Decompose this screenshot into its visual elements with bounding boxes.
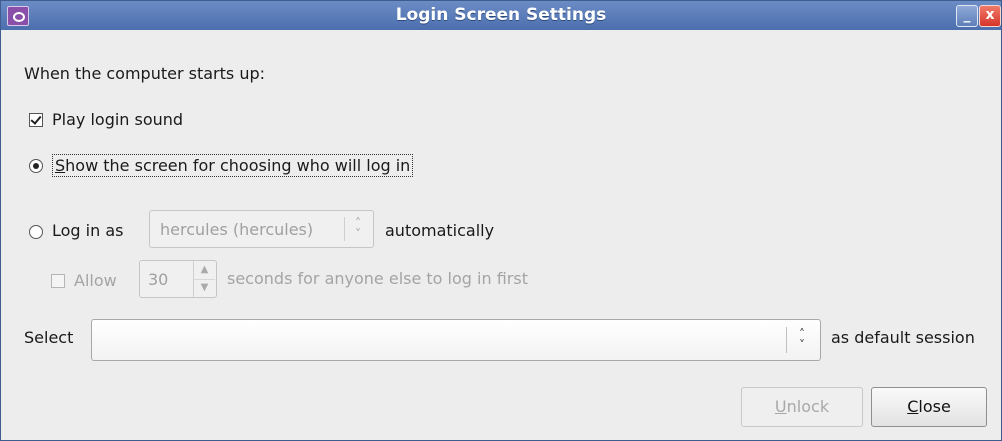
login-user-combobox[interactable]: hercules (hercules) ˄ ˅ bbox=[149, 210, 374, 248]
minimize-button[interactable]: _ bbox=[956, 5, 978, 27]
window-title: Login Screen Settings bbox=[395, 5, 607, 25]
play-login-sound-option[interactable]: Play login sound bbox=[29, 110, 183, 129]
updown-arrows-icon: ˄ ˅ bbox=[799, 327, 805, 352]
updown-arrows-icon: ˄ ˅ bbox=[355, 216, 361, 241]
spin-buttons: ▲ ▼ bbox=[193, 261, 216, 297]
play-login-sound-checkbox[interactable] bbox=[29, 112, 43, 127]
allow-checkbox[interactable] bbox=[51, 273, 65, 288]
show-chooser-mnemonic: S bbox=[55, 156, 66, 175]
login-as-radio[interactable] bbox=[29, 224, 43, 239]
show-chooser-radio[interactable] bbox=[29, 158, 43, 173]
show-chooser-label-text: how the screen for choosing who will log… bbox=[65, 156, 411, 175]
unlock-button[interactable]: Unlock bbox=[741, 387, 863, 427]
seconds-suffix-label: seconds for anyone else to log in first bbox=[227, 269, 528, 288]
close-label: lose bbox=[918, 397, 951, 416]
combo-separator bbox=[344, 217, 345, 241]
spin-up-icon[interactable]: ▲ bbox=[194, 261, 215, 280]
login-as-option[interactable]: Log in as bbox=[29, 221, 123, 261]
close-window-button[interactable]: x bbox=[979, 5, 1001, 27]
unlock-label: nlock bbox=[786, 397, 830, 416]
seconds-spinbutton[interactable]: 30 ▲ ▼ bbox=[139, 260, 217, 298]
play-login-sound-label: Play login sound bbox=[52, 110, 184, 129]
login-as-label: Log in as bbox=[52, 221, 124, 240]
combo-separator bbox=[786, 327, 787, 353]
title-bar[interactable]: Login Screen Settings _ x bbox=[1, 1, 1001, 30]
allow-option[interactable]: Allow bbox=[51, 271, 117, 290]
close-mnemonic: C bbox=[907, 397, 919, 416]
spin-down-icon[interactable]: ▼ bbox=[194, 279, 215, 297]
intro-label: When the computer starts up: bbox=[24, 64, 265, 83]
default-session-combobox[interactable]: ˄ ˅ bbox=[91, 319, 821, 361]
automatically-label: automatically bbox=[385, 221, 495, 240]
show-chooser-option[interactable]: Show the screen for choosing who will lo… bbox=[29, 154, 414, 177]
close-button[interactable]: Close bbox=[871, 387, 987, 427]
select-label: Select bbox=[24, 328, 74, 347]
show-chooser-label: Show the screen for choosing who will lo… bbox=[52, 154, 414, 177]
default-session-label: as default session bbox=[831, 328, 975, 347]
seconds-value: 30 bbox=[148, 270, 169, 289]
login-screen-settings-window: Login Screen Settings _ x When the compu… bbox=[0, 0, 1002, 441]
allow-label: Allow bbox=[74, 271, 117, 290]
unlock-mnemonic: U bbox=[774, 397, 787, 416]
login-user-value: hercules (hercules) bbox=[160, 220, 314, 239]
